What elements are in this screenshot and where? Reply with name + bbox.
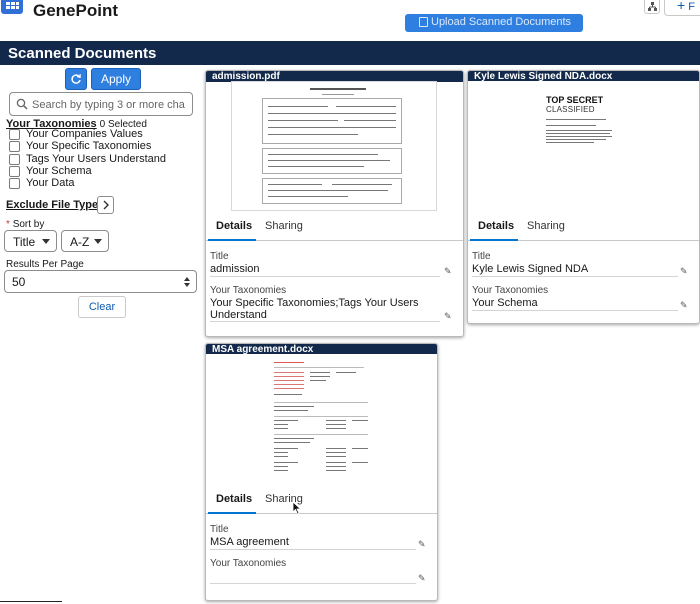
card-tabs: Details Sharing	[206, 486, 437, 514]
sort-field-value: Title	[13, 235, 36, 249]
taxonomy-option-label: Tags Your Users Understand	[26, 153, 167, 165]
document-preview[interactable]: TOP SECRET CLASSIFIED	[468, 81, 699, 211]
sort-field-select[interactable]: Title	[4, 230, 57, 252]
sort-by-label: * Sort by	[6, 219, 44, 230]
taxonomies-label: Your Taxonomies	[210, 285, 287, 296]
taxonomy-option-label: Your Specific Taxonomies	[26, 140, 152, 152]
refresh-icon	[71, 74, 81, 84]
active-tab-indicator	[208, 239, 256, 241]
taxonomy-option-label: Your Data	[26, 177, 75, 189]
active-tab-indicator	[470, 239, 518, 241]
active-tab-indicator	[208, 512, 256, 514]
caret-down-icon	[42, 239, 50, 244]
clear-button[interactable]: Clear	[78, 296, 126, 318]
document-card[interactable]: Kyle Lewis Signed NDA.docx TOP SECRET CL…	[467, 70, 700, 324]
preview-heading: TOP SECRET	[546, 95, 604, 105]
title-label: Title	[210, 251, 229, 262]
edit-title-pencil-icon[interactable]: ✎	[418, 539, 426, 550]
results-per-page-input[interactable]: 50	[4, 270, 197, 293]
sort-by-text: Sort by	[12, 219, 45, 230]
stepper-down-icon[interactable]	[184, 283, 190, 287]
document-taxonomies: Your Schema	[472, 297, 538, 309]
divider	[210, 549, 416, 550]
upload-icon	[419, 17, 428, 27]
divider	[0, 601, 62, 602]
sort-order-select[interactable]: A-Z	[61, 230, 109, 252]
checkbox[interactable]	[9, 178, 20, 189]
document-taxonomies: Your Specific Taxonomies;Tags Your Users…	[210, 297, 419, 321]
document-title: admission	[210, 263, 260, 275]
hierarchy-icon	[648, 2, 657, 11]
new-button-label: F	[688, 1, 695, 13]
new-button[interactable]: + F	[664, 0, 700, 16]
caret-down-icon	[94, 239, 102, 244]
checkbox[interactable]	[9, 129, 20, 140]
document-card[interactable]: MSA agreement.docx Details Sharing Title…	[205, 343, 438, 601]
tab-sharing[interactable]: Sharing	[527, 220, 565, 232]
divider	[210, 321, 440, 322]
taxonomy-option-label: Your Schema	[26, 165, 92, 177]
refresh-button[interactable]	[65, 68, 87, 90]
hierarchy-button[interactable]	[644, 0, 660, 14]
title-label: Title	[210, 524, 229, 535]
divider	[472, 276, 678, 277]
document-card[interactable]: admission.pdf Details Sharing Title admi…	[205, 70, 464, 337]
edit-taxonomies-pencil-icon[interactable]: ✎	[680, 300, 688, 311]
document-preview[interactable]	[231, 81, 437, 211]
edit-taxonomies-pencil-icon[interactable]: ✎	[444, 311, 452, 322]
app-grid-icon	[1, 0, 23, 14]
card-tabs: Details Sharing	[206, 213, 463, 241]
edit-taxonomies-pencil-icon[interactable]: ✎	[418, 573, 426, 584]
tab-details[interactable]: Details	[216, 220, 252, 232]
app-header: GenePoint Upload Scanned Documents + F	[0, 0, 700, 40]
search-input[interactable]	[32, 96, 190, 113]
divider	[472, 310, 678, 311]
plus-icon: +	[677, 0, 686, 13]
exclude-file-types-label[interactable]: Exclude File Types:	[6, 199, 108, 211]
tab-details[interactable]: Details	[216, 493, 252, 505]
edit-title-pencil-icon[interactable]: ✎	[444, 266, 452, 277]
card-tabs: Details Sharing	[468, 213, 699, 241]
chevron-right-icon	[103, 200, 109, 210]
upload-documents-button[interactable]: Upload Scanned Documents	[405, 14, 583, 32]
required-marker: *	[6, 219, 10, 230]
document-title: Kyle Lewis Signed NDA	[472, 263, 589, 275]
sort-order-value: A-Z	[70, 235, 90, 249]
divider	[210, 583, 416, 584]
checkbox[interactable]	[9, 154, 20, 165]
stepper-up-icon[interactable]	[184, 277, 190, 281]
checkbox[interactable]	[9, 166, 20, 177]
taxonomies-label: Your Taxonomies	[210, 558, 287, 569]
edit-title-pencil-icon[interactable]: ✎	[680, 266, 688, 277]
results-per-page-value: 50	[12, 275, 26, 289]
taxonomy-option-label: Your Companies Values	[26, 128, 143, 140]
document-preview[interactable]	[206, 354, 437, 482]
mouse-cursor-icon	[292, 501, 302, 515]
document-title: MSA agreement	[210, 536, 289, 548]
tab-sharing[interactable]: Sharing	[265, 220, 303, 232]
taxonomies-label: Your Taxonomies	[472, 285, 549, 296]
app-title: GenePoint	[33, 1, 119, 20]
exclude-file-types-toggle[interactable]	[97, 196, 114, 214]
search-field[interactable]	[9, 92, 193, 116]
preview-subheading: CLASSIFIED	[546, 105, 595, 114]
page-title: Scanned Documents	[0, 41, 700, 65]
results-per-page-label: Results Per Page	[6, 259, 84, 270]
apply-button[interactable]: Apply	[91, 68, 141, 90]
search-icon	[16, 98, 28, 110]
divider	[210, 276, 440, 277]
upload-button-label: Upload Scanned Documents	[431, 16, 572, 28]
tab-details[interactable]: Details	[478, 220, 514, 232]
title-label: Title	[472, 251, 491, 262]
checkbox[interactable]	[9, 141, 20, 152]
